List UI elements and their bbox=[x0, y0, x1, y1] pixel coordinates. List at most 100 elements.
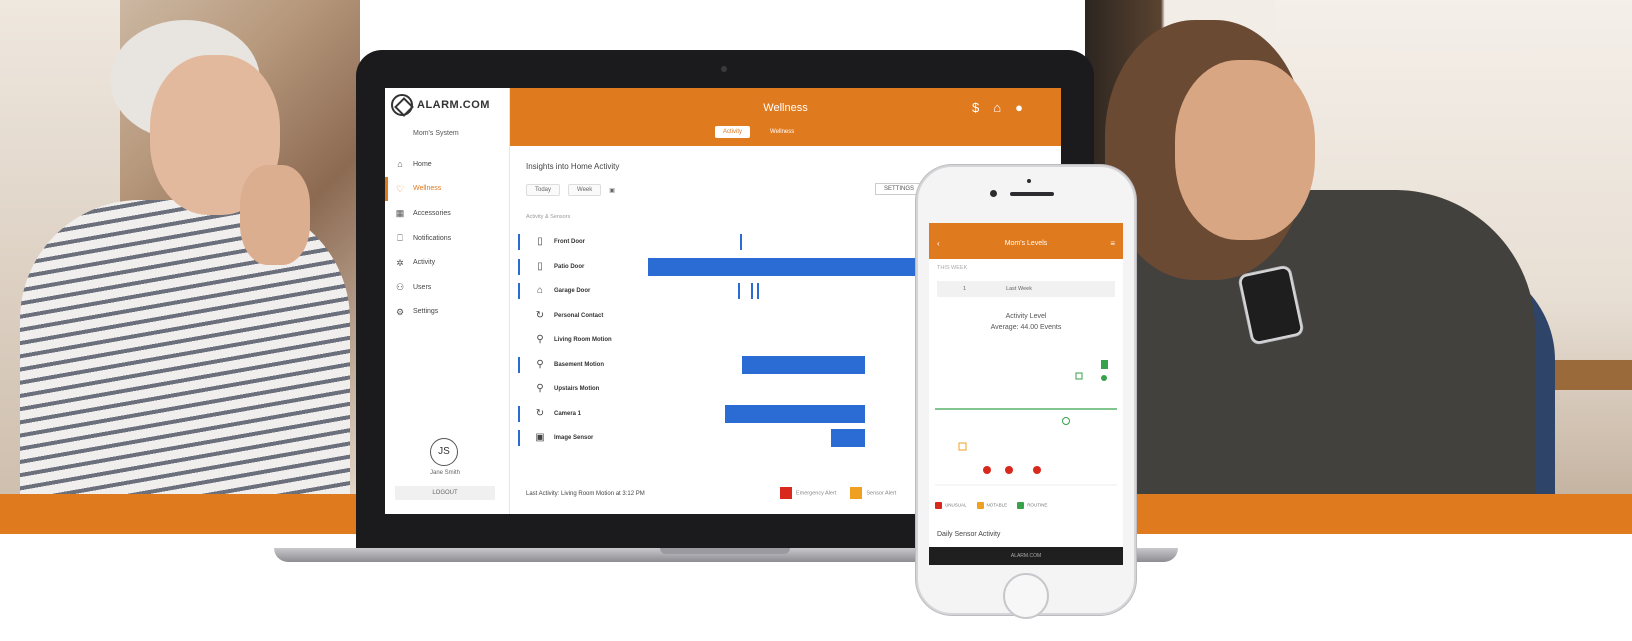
period-select[interactable]: Week bbox=[568, 184, 602, 196]
phone-legend: UNUSUAL NOTABLE ROUTINE bbox=[935, 502, 1121, 509]
back-arrow-icon[interactable]: ‹ bbox=[937, 233, 940, 255]
row-label: Patio Door bbox=[554, 263, 585, 270]
logout-button[interactable]: LOGOUT bbox=[395, 486, 495, 500]
help-icon[interactable]: ● bbox=[1015, 100, 1023, 115]
row-label: Camera 1 bbox=[554, 410, 582, 417]
activity-bar bbox=[725, 404, 865, 423]
app-sidebar: ALARM.COM Mom's System ⌂ Home ♡ Wellness… bbox=[385, 88, 510, 514]
phone-footer-brand: ALARM.COM bbox=[929, 547, 1123, 565]
phone-header: ‹ Mom's Levels ≡ bbox=[929, 233, 1123, 259]
legend-item: UNUSUAL bbox=[935, 502, 967, 509]
avatar[interactable]: JS bbox=[430, 438, 458, 466]
grid-icon: ▦ bbox=[395, 208, 405, 219]
sidebar-item-accessories[interactable]: ▦ Accessories bbox=[385, 201, 510, 226]
period-selector[interactable]: 1 Last Week bbox=[937, 281, 1115, 297]
section-title[interactable]: Daily Sensor Activity bbox=[937, 531, 1000, 538]
logo-text: ALARM.COM bbox=[417, 99, 490, 111]
woman-with-phone-photo bbox=[1085, 0, 1632, 494]
user-name: Jane Smith bbox=[429, 470, 460, 476]
phone-camera bbox=[990, 190, 997, 197]
last-activity-text: Last Activity: Living Room Motion at 3:1… bbox=[526, 491, 645, 497]
senior-woman-photo bbox=[0, 0, 360, 494]
refresh-icon: ↻ bbox=[535, 309, 545, 321]
sidebar-item-home[interactable]: ⌂ Home bbox=[385, 152, 510, 177]
camera-icon: ↻ bbox=[535, 407, 545, 419]
menu-icon[interactable]: ≡ bbox=[1110, 233, 1115, 255]
legend-item: NOTABLE bbox=[976, 502, 1007, 509]
activity-bar bbox=[751, 283, 753, 300]
legend-item: Sensor Alert bbox=[850, 487, 896, 499]
sidebar-item-label: Activity bbox=[413, 259, 436, 267]
alarm-com-logo[interactable]: ALARM.COM bbox=[391, 94, 490, 116]
users-icon: ⚇ bbox=[395, 282, 405, 293]
row-label: Basement Motion bbox=[554, 361, 605, 368]
legend-item: Emergency Alert bbox=[780, 487, 836, 499]
motion-icon: ⚲ bbox=[536, 334, 544, 346]
home-icon: ⌂ bbox=[397, 159, 403, 170]
app-header: Wellness $ ⌂ ● Activity Wellness bbox=[510, 88, 1061, 146]
row-label: Upstairs Motion bbox=[554, 386, 600, 393]
sidebar-item-label: Home bbox=[413, 160, 432, 168]
gear-icon: ⚙ bbox=[395, 306, 405, 317]
row-label: Image Sensor bbox=[554, 435, 594, 442]
range-select[interactable]: Today bbox=[526, 184, 561, 196]
data-point bbox=[983, 466, 991, 474]
tab-activity[interactable]: Activity bbox=[715, 126, 751, 138]
sidebar-item-notifications[interactable]: ⎕ Notifications bbox=[385, 226, 510, 251]
garage-icon: ⌂ bbox=[536, 285, 544, 297]
phone-speaker bbox=[1010, 192, 1054, 196]
phone-screen: ‹ Mom's Levels ≡ THIS WEEK 1 Last Week A… bbox=[929, 223, 1123, 565]
hero-banner: ALARM.COM Mom's System ⌂ Home ♡ Wellness… bbox=[0, 0, 1632, 641]
data-point bbox=[958, 442, 967, 451]
data-point bbox=[1101, 360, 1108, 369]
laptop-camera bbox=[721, 66, 727, 72]
data-point bbox=[1062, 417, 1070, 425]
home-outline-icon[interactable]: ⌂ bbox=[993, 100, 1001, 115]
activity-bar bbox=[742, 355, 865, 374]
activity-level-chart bbox=[935, 360, 1117, 486]
sidebar-item-label: Notifications bbox=[413, 234, 452, 242]
bell-icon: ⎕ bbox=[397, 233, 403, 244]
row-label: Front Door bbox=[554, 239, 585, 246]
sidebar-item-label: Wellness bbox=[413, 185, 442, 193]
data-point bbox=[1101, 375, 1107, 381]
data-point bbox=[1075, 372, 1083, 380]
data-point bbox=[1033, 466, 1041, 474]
sidebar-nav: ⌂ Home ♡ Wellness ▦ Accessories ⎕ Notifi… bbox=[385, 152, 510, 324]
system-name[interactable]: Mom's System bbox=[413, 130, 459, 137]
row-label: Living Room Motion bbox=[554, 337, 612, 344]
door-icon: ▯ bbox=[537, 236, 543, 248]
content-title: Insights into Home Activity bbox=[526, 162, 620, 171]
calendar-icon[interactable]: ▣ bbox=[609, 187, 615, 194]
activity-bar bbox=[738, 283, 740, 300]
filter-bar: Today Week ▣ bbox=[526, 184, 615, 196]
activity-bar bbox=[831, 429, 865, 448]
sidebar-item-label: Settings bbox=[413, 308, 439, 316]
image-icon: ▣ bbox=[535, 432, 545, 444]
period-label: THIS WEEK bbox=[937, 265, 968, 271]
door-icon: ▯ bbox=[537, 260, 543, 272]
legend-item: ROUTINE bbox=[1017, 502, 1047, 509]
heart-icon: ♡ bbox=[395, 183, 405, 194]
phone-title: Mom's Levels bbox=[1004, 240, 1048, 247]
data-point bbox=[1005, 466, 1013, 474]
sidebar-item-wellness[interactable]: ♡ Wellness bbox=[385, 176, 510, 202]
home-button[interactable] bbox=[1003, 573, 1049, 619]
dollar-icon[interactable]: $ bbox=[972, 100, 979, 115]
row-label: Garage Door bbox=[554, 288, 591, 295]
tab-wellness[interactable]: Wellness bbox=[762, 126, 802, 138]
sidebar-item-label: Users bbox=[413, 283, 432, 291]
column-header: Activity & Sensors bbox=[526, 214, 571, 220]
chart-title: Activity Level Average: 44.00 Events bbox=[990, 313, 1062, 331]
tab-bar: Activity Wellness bbox=[715, 126, 802, 138]
motion-icon: ⚲ bbox=[536, 358, 544, 370]
activity-bar bbox=[757, 283, 759, 300]
activity-icon: ✲ bbox=[396, 257, 404, 268]
motion-icon: ⚲ bbox=[536, 383, 544, 395]
sidebar-item-settings[interactable]: ⚙ Settings bbox=[385, 300, 510, 325]
activity-bar bbox=[740, 234, 742, 251]
row-label: Personal Contact bbox=[554, 312, 604, 319]
logo-mark-icon bbox=[391, 94, 413, 116]
sidebar-item-users[interactable]: ⚇ Users bbox=[385, 275, 510, 300]
sidebar-item-activity[interactable]: ✲ Activity bbox=[385, 250, 510, 275]
